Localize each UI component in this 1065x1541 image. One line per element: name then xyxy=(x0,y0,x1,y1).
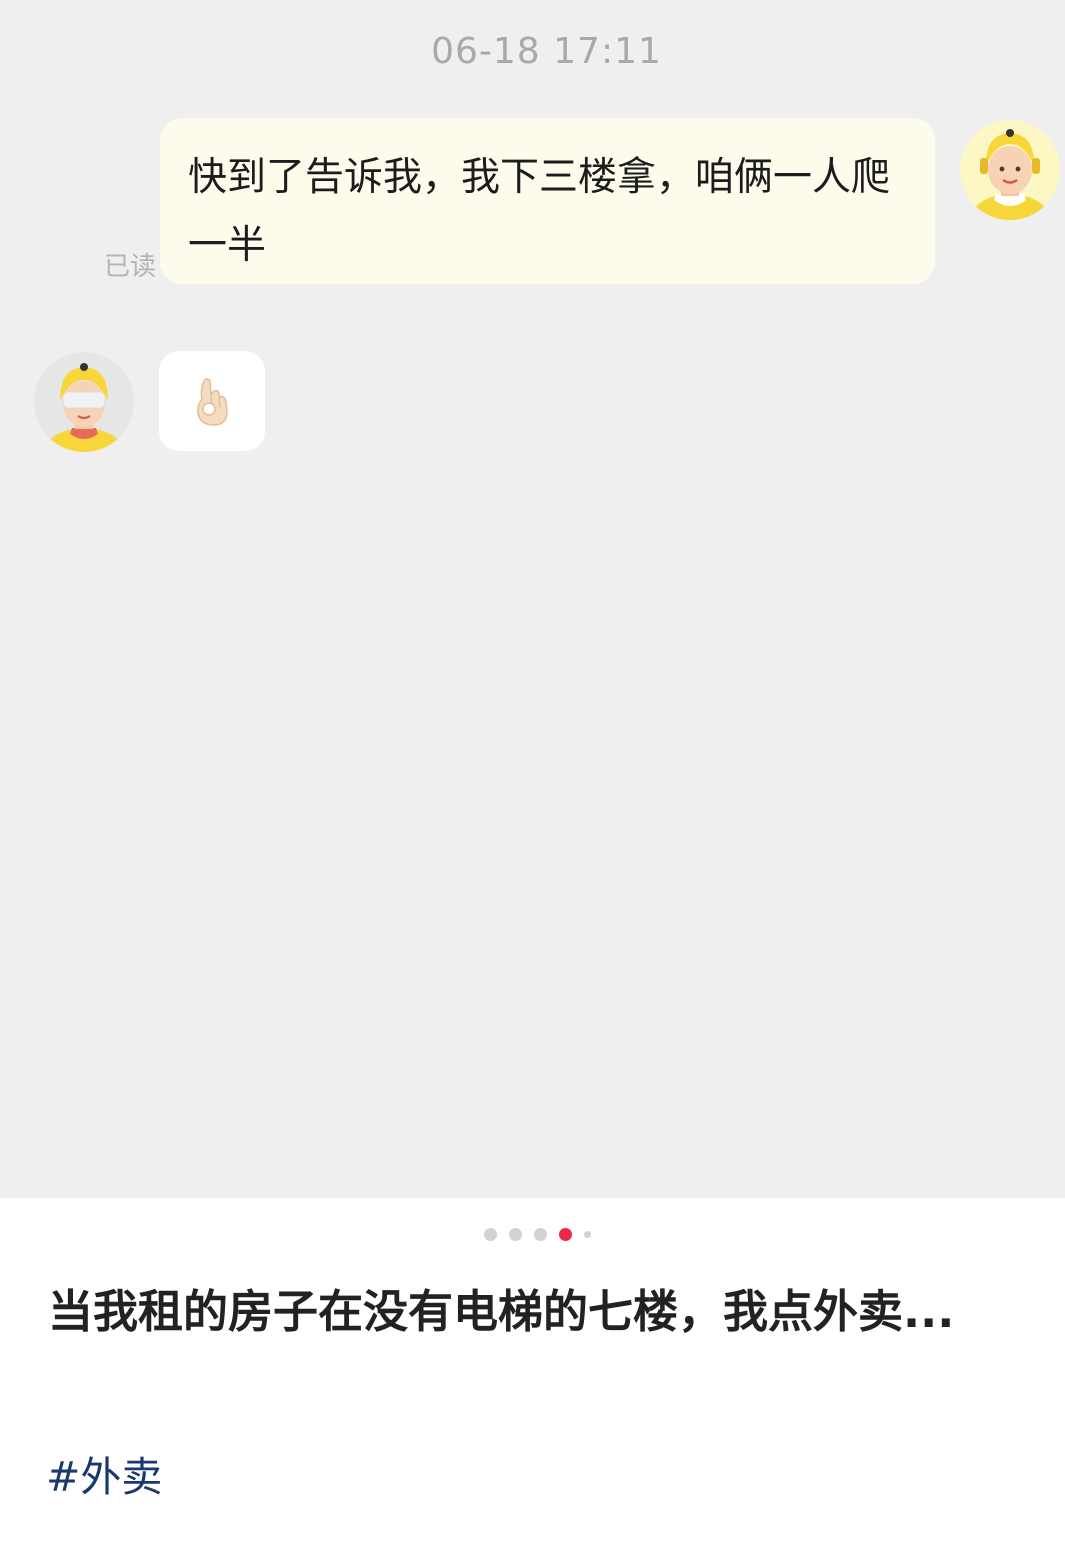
screenshot-root: 06-18 17:11 快到了告诉我，我下三楼拿，咱俩一人爬一半 已读 当我租的… xyxy=(0,0,1065,1541)
incoming-message-bubble[interactable] xyxy=(159,351,265,451)
my-avatar[interactable] xyxy=(960,120,1060,220)
pager-dot-active[interactable] xyxy=(559,1227,572,1241)
pager-dot[interactable] xyxy=(584,1230,591,1238)
image-pager[interactable] xyxy=(484,1226,591,1242)
outgoing-message-bubble[interactable]: 快到了告诉我，我下三楼拿，咱俩一人爬一半 xyxy=(160,118,935,284)
courier-avatar-icon xyxy=(960,120,1060,220)
read-receipt: 已读 xyxy=(104,252,157,282)
chat-timestamp: 06-18 17:11 xyxy=(431,31,662,72)
post-title: 当我租的房子在没有电梯的七楼，我点外卖... xyxy=(48,1285,955,1338)
courier-avatar-icon xyxy=(34,352,134,452)
pager-dot[interactable] xyxy=(484,1227,497,1241)
pager-dot[interactable] xyxy=(534,1227,547,1241)
post-hashtag[interactable]: #外卖 xyxy=(46,1448,162,1506)
chat-area: 06-18 17:11 快到了告诉我，我下三楼拿，咱俩一人爬一半 已读 xyxy=(0,0,1065,1198)
pager-dot[interactable] xyxy=(509,1227,522,1241)
outgoing-message-text: 快到了告诉我，我下三楼拿，咱俩一人爬一半 xyxy=(188,155,891,268)
rider-avatar[interactable] xyxy=(34,352,134,452)
ok-hand-emoji-icon xyxy=(197,378,228,426)
